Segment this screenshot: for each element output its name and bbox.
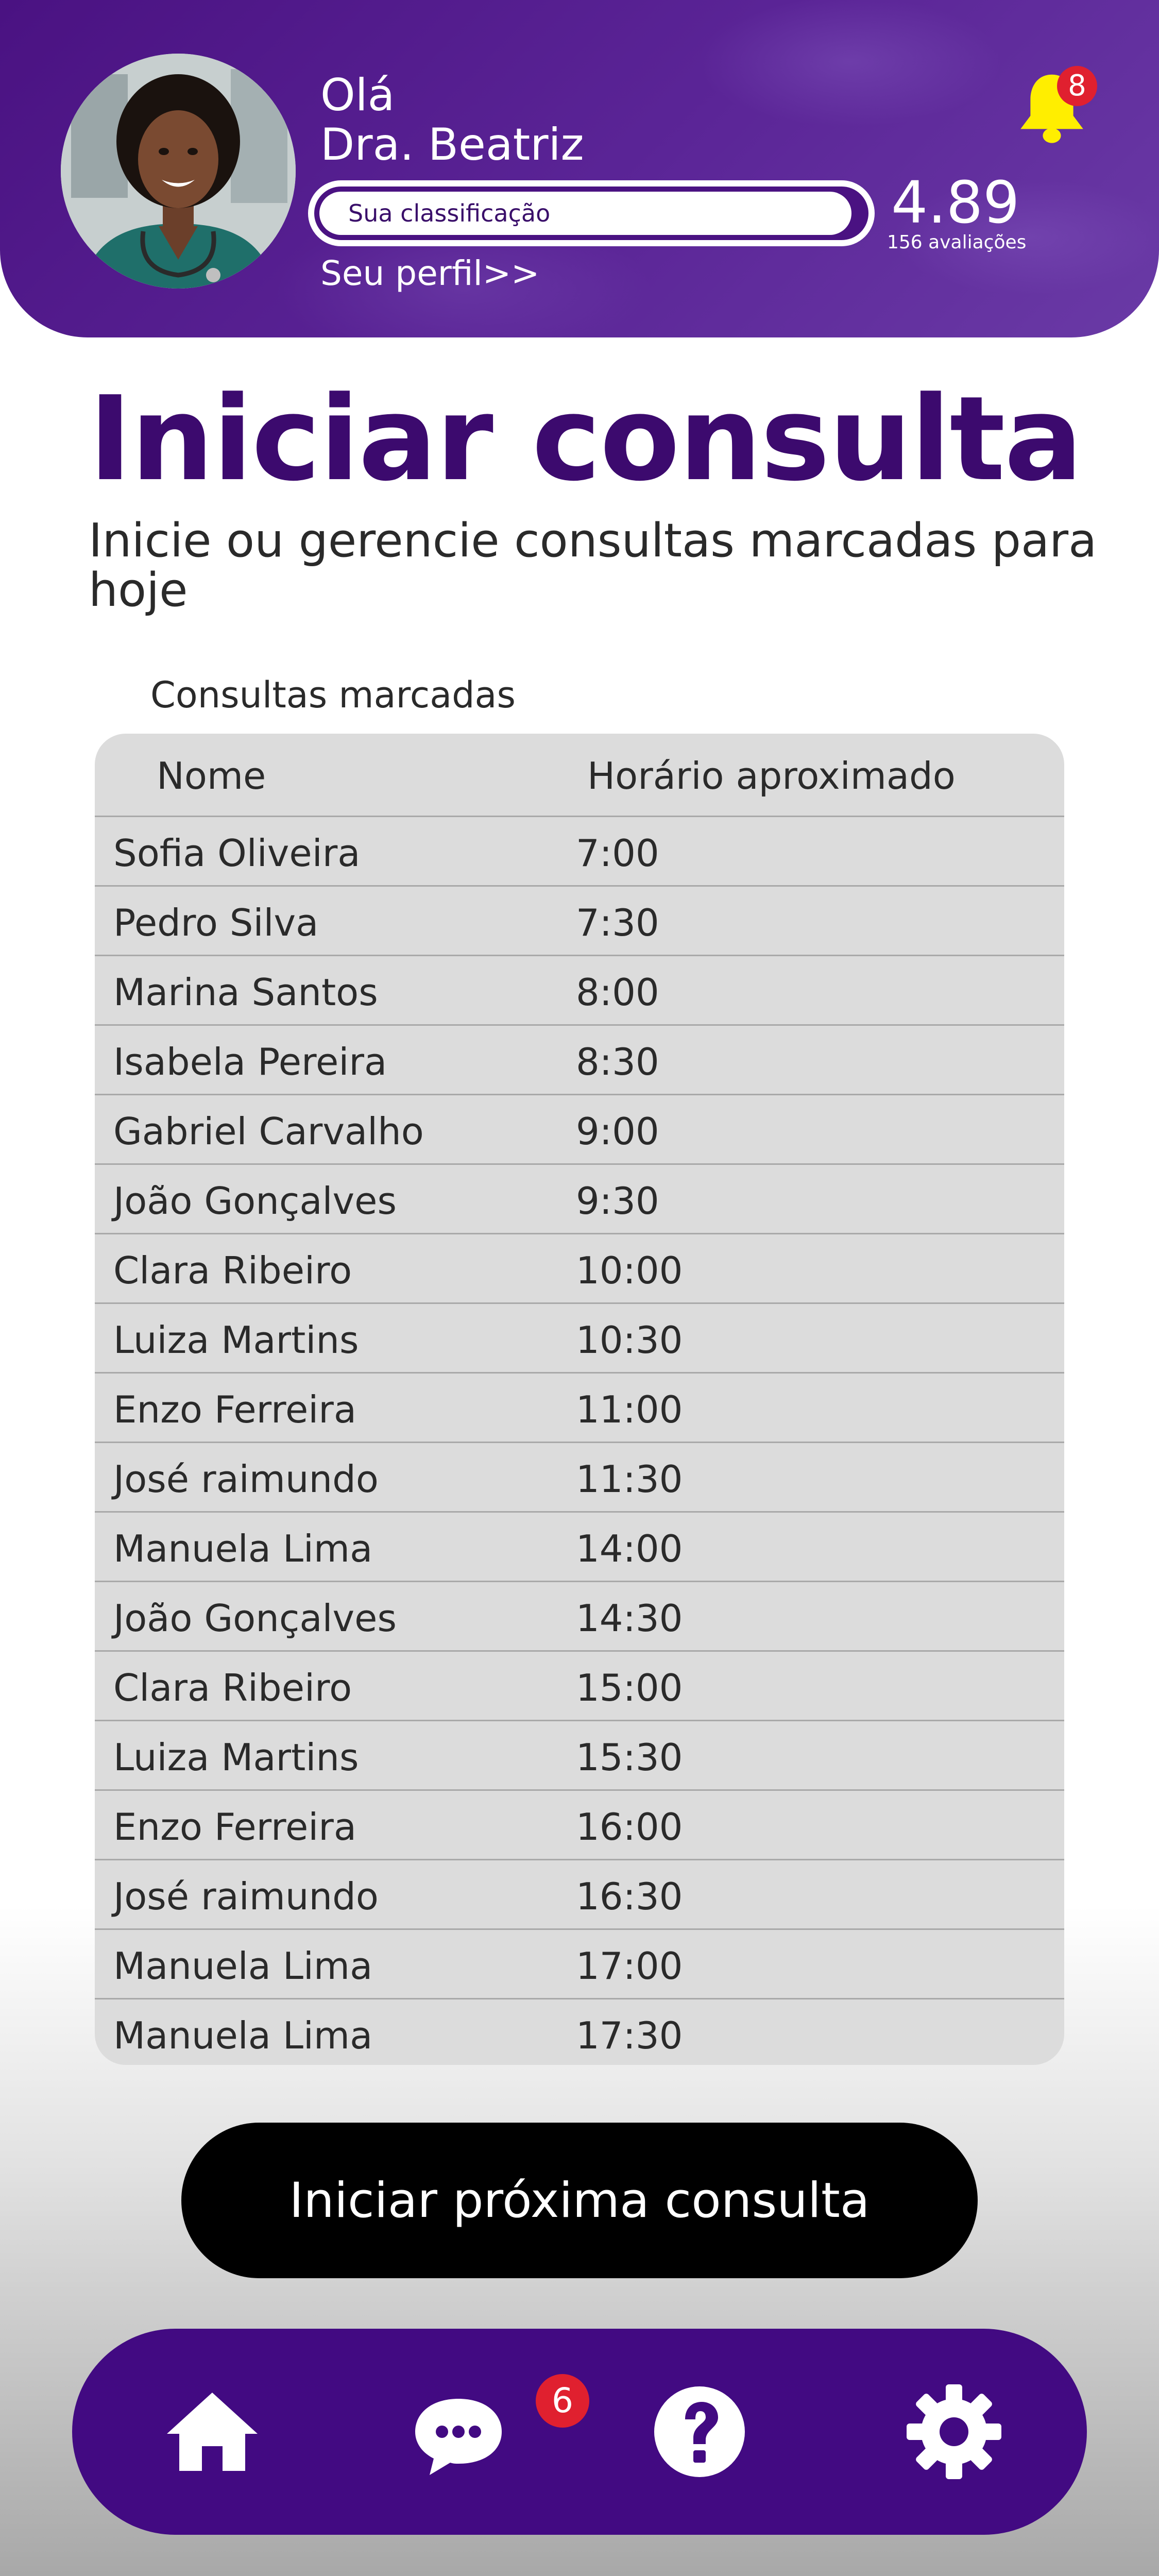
patient-name: Gabriel Carvalho (113, 1110, 424, 1153)
patient-name: Luiza Martins (113, 1736, 359, 1779)
patient-name: Manuela Lima (113, 1527, 373, 1570)
table-row[interactable]: Manuela Lima 14:00 (95, 1513, 1064, 1582)
table-row[interactable]: Marina Santos 8:00 (95, 956, 1064, 1026)
patient-name: Isabela Pereira (113, 1040, 387, 1083)
table-header: Nome Horário aproximado (95, 734, 1064, 817)
appointment-time: 7:00 (576, 832, 659, 875)
appointment-time: 11:00 (576, 1388, 683, 1431)
column-header-time: Horário aproximado (587, 754, 956, 798)
rating-count: 156 avaliações (887, 232, 1027, 253)
patient-name: Clara Ribeiro (113, 1666, 352, 1709)
rating-bar-fill: Sua classificação (319, 192, 851, 235)
table-row[interactable]: Gabriel Carvalho 9:00 (95, 1095, 1064, 1165)
patient-name: Pedro Silva (113, 901, 319, 944)
table-row[interactable]: Manuela Lima 17:00 (95, 1930, 1064, 1999)
table-row[interactable]: Sofia Oliveira 7:00 (95, 817, 1064, 887)
bottom-nav: 6 (72, 2329, 1087, 2535)
page-subtitle: Inicie ou gerencie consultas marcadas pa… (89, 514, 1097, 617)
section-label: Consultas marcadas (150, 674, 516, 716)
patient-name: Clara Ribeiro (113, 1249, 352, 1292)
appointment-time: 11:30 (576, 1458, 683, 1501)
table-row[interactable]: João Gonçalves 9:30 (95, 1165, 1064, 1234)
nav-home-button[interactable] (161, 2380, 264, 2483)
greeting: Olá (320, 70, 395, 121)
appointment-time: 8:00 (576, 971, 659, 1014)
appointment-time: 9:00 (576, 1110, 659, 1153)
table-body: Sofia Oliveira 7:00 Pedro Silva 7:30 Marin… (95, 817, 1064, 2065)
table-row[interactable]: Isabela Pereira 8:30 (95, 1026, 1064, 1095)
patient-name: Manuela Lima (113, 2014, 373, 2057)
table-row[interactable]: Enzo Ferreira 16:00 (95, 1791, 1064, 1860)
appointment-time: 15:00 (576, 1666, 683, 1709)
nav-help-button[interactable] (648, 2380, 751, 2483)
help-icon (654, 2386, 745, 2477)
patient-name: Enzo Ferreira (113, 1388, 357, 1431)
page-title: Iniciar consulta (89, 371, 1083, 507)
appointment-time: 17:00 (576, 1944, 683, 1988)
table-row[interactable]: Manuela Lima 17:30 (95, 1999, 1064, 2065)
table-row[interactable]: João Gonçalves 14:30 (95, 1582, 1064, 1652)
patient-name: Sofia Oliveira (113, 832, 361, 875)
column-header-name: Nome (157, 754, 266, 798)
chat-icon (415, 2399, 502, 2475)
patient-name: João Gonçalves (113, 1597, 397, 1640)
table-row[interactable]: José raimundo 11:30 (95, 1443, 1064, 1513)
appointment-time: 14:30 (576, 1597, 683, 1640)
patient-name: Enzo Ferreira (113, 1805, 357, 1849)
appointment-time: 10:00 (576, 1249, 683, 1292)
gear-icon (907, 2384, 1001, 2479)
appointment-time: 10:30 (576, 1318, 683, 1362)
avatar[interactable] (61, 54, 296, 289)
patient-name: Luiza Martins (113, 1318, 359, 1362)
nav-chat-button[interactable] (407, 2380, 510, 2483)
table-row[interactable]: Clara Ribeiro 10:00 (95, 1234, 1064, 1304)
doctor-photo (61, 54, 296, 289)
nav-settings-button[interactable] (902, 2380, 1005, 2483)
rating-bar: Sua classificação (308, 180, 875, 246)
patient-name: João Gonçalves (113, 1179, 397, 1223)
appointment-time: 14:00 (576, 1527, 683, 1570)
home-icon (167, 2393, 258, 2471)
appointment-time: 15:30 (576, 1736, 683, 1779)
appointment-time: 16:30 (576, 1875, 683, 1918)
table-row[interactable]: Enzo Ferreira 11:00 (95, 1374, 1064, 1443)
patient-name: Manuela Lima (113, 1944, 373, 1988)
appointment-time: 16:00 (576, 1805, 683, 1849)
chat-badge: 6 (536, 2374, 589, 2428)
profile-link[interactable]: Seu perfil>> (320, 257, 539, 291)
patient-name: Marina Santos (113, 971, 378, 1014)
patient-name: José raimundo (113, 1458, 379, 1501)
appointment-time: 8:30 (576, 1040, 659, 1083)
table-row[interactable]: Luiza Martins 10:30 (95, 1304, 1064, 1374)
start-next-consultation-button[interactable]: Iniciar próxima consulta (181, 2123, 978, 2278)
table-row[interactable]: Clara Ribeiro 15:00 (95, 1652, 1064, 1721)
table-row[interactable]: Pedro Silva 7:30 (95, 887, 1064, 956)
appointments-table: Nome Horário aproximado Sofia Oliveira 7:… (95, 734, 1064, 2065)
appointment-time: 9:30 (576, 1179, 659, 1223)
notifications-badge: 8 (1057, 66, 1097, 106)
profile-header: Olá Dra. Beatriz Sua classificação 4.89 … (0, 0, 1159, 337)
rating-score: 4.89 (891, 170, 1020, 236)
table-row[interactable]: José raimundo 16:30 (95, 1860, 1064, 1930)
appointment-time: 17:30 (576, 2014, 683, 2057)
patient-name: José raimundo (113, 1875, 379, 1918)
table-row[interactable]: Luiza Martins 15:30 (95, 1721, 1064, 1791)
appointment-time: 7:30 (576, 901, 659, 944)
rating-label: Sua classificação (348, 199, 551, 227)
doctor-name: Dra. Beatriz (320, 119, 584, 171)
